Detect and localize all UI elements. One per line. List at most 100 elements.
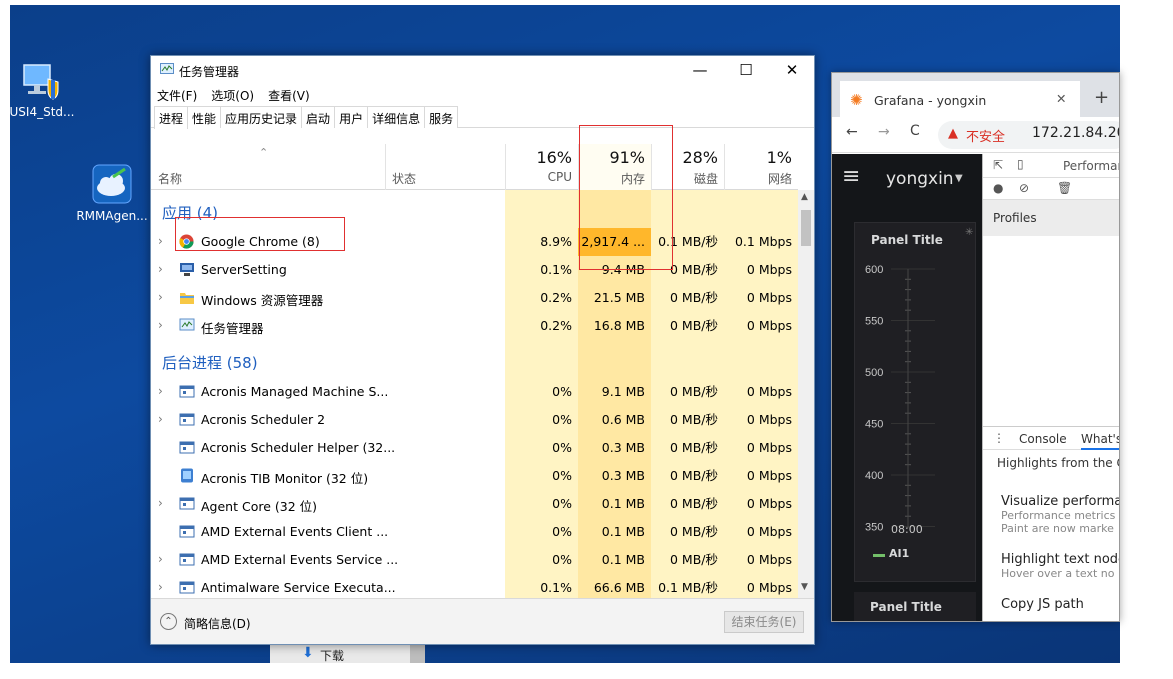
cell-disk: 0.1 MB/秒 bbox=[658, 580, 718, 595]
menu-file[interactable]: 文件(F) bbox=[157, 87, 197, 104]
scroll-down-icon[interactable]: ▼ bbox=[801, 582, 808, 592]
cell-cpu: 0% bbox=[552, 412, 572, 427]
menu-options[interactable]: 选项(O) bbox=[211, 87, 254, 104]
tab-services[interactable]: 服务 bbox=[424, 106, 459, 128]
cell-mem: 0.3 MB bbox=[601, 468, 645, 483]
trash-icon[interactable]: 🗑 bbox=[1057, 181, 1072, 195]
y-axis-tick: 550 bbox=[865, 316, 883, 328]
expand-chevron-icon[interactable]: › bbox=[158, 552, 163, 566]
cell-cpu: 0.2% bbox=[540, 290, 572, 305]
server-icon bbox=[179, 262, 195, 277]
table-row[interactable]: › Agent Core (32 位) 0% 0.1 MB 0 MB/秒 0 Mbps bbox=[151, 490, 798, 518]
table-row[interactable]: › Antimalware Service Executa... 0.1% 66.6 … bbox=[151, 574, 798, 598]
end-task-button[interactable]: 结束任务(E) bbox=[724, 611, 804, 633]
expand-chevron-icon[interactable]: › bbox=[158, 262, 163, 276]
table-row[interactable]: › Google Chrome (8) 8.9% 2,917.4 ... 0.1 MB/… bbox=[151, 228, 798, 256]
omnibox[interactable]: ▲ 不安全 172.21.84.204 bbox=[938, 121, 1119, 149]
column-disk[interactable]: 28% 磁盘 bbox=[651, 144, 724, 190]
reload-icon[interactable]: C bbox=[910, 123, 920, 139]
cell-cpu: 8.9% bbox=[540, 234, 572, 249]
drawer-tab-console[interactable]: Console bbox=[1019, 432, 1067, 446]
table-row[interactable]: Acronis TIB Monitor (32 位) 0% 0.3 MB 0 MB/秒… bbox=[151, 462, 798, 490]
vertical-scrollbar[interactable]: ▲ ▼ bbox=[798, 190, 814, 598]
browser-tab[interactable]: ✺ Grafana - yongxin ✕ bbox=[840, 81, 1080, 117]
org-switcher[interactable]: yongxin bbox=[886, 169, 954, 189]
devtools-tab-performance[interactable]: Performanc bbox=[1063, 159, 1119, 173]
profiles-label: Profiles bbox=[993, 211, 1037, 225]
fewer-details-link[interactable]: 简略信息(D) bbox=[184, 615, 251, 632]
clear-icon[interactable]: ⊘ bbox=[1019, 181, 1029, 195]
network-percent: 1% bbox=[766, 148, 792, 167]
column-cpu[interactable]: 16% CPU bbox=[505, 144, 578, 190]
tab-users[interactable]: 用户 bbox=[334, 106, 369, 128]
service-icon bbox=[179, 552, 195, 567]
panel-title-2[interactable]: Panel Title bbox=[870, 600, 942, 614]
tab-close-icon[interactable]: ✕ bbox=[1056, 91, 1066, 106]
table-row[interactable]: Acronis Scheduler Helper (32... 0% 0.3 MB 0… bbox=[151, 434, 798, 462]
desktop-icon-usi4[interactable]: USI4_Std... bbox=[10, 63, 78, 119]
expand-chevron-icon[interactable]: › bbox=[158, 290, 163, 304]
fewer-details-icon[interactable]: ⌃ bbox=[160, 613, 177, 630]
hamburger-icon[interactable]: ≡ bbox=[842, 164, 860, 189]
expand-chevron-icon[interactable]: › bbox=[158, 496, 163, 510]
kebab-icon[interactable]: ⋮ bbox=[993, 431, 1005, 445]
table-row[interactable]: › Acronis Managed Machine S... 0% 9.1 MB 0 M… bbox=[151, 378, 798, 406]
menu-view[interactable]: 查看(V) bbox=[268, 87, 310, 104]
new-tab-icon[interactable]: + bbox=[1094, 87, 1109, 108]
device-icon[interactable]: ▯ bbox=[1017, 157, 1024, 171]
cell-net: 0 Mbps bbox=[746, 262, 792, 277]
tab-startup[interactable]: 启动 bbox=[301, 106, 336, 128]
item-desc: Hover over a text no bbox=[1001, 567, 1115, 580]
forward-icon[interactable]: → bbox=[878, 124, 890, 140]
desktop-icon-rmmagent[interactable]: RMMAgen... bbox=[70, 163, 154, 223]
expand-chevron-icon[interactable]: › bbox=[158, 384, 163, 398]
cell-cpu: 0.1% bbox=[540, 580, 572, 595]
column-network[interactable]: 1% 网络 bbox=[724, 144, 798, 190]
expand-chevron-icon[interactable]: › bbox=[158, 580, 163, 594]
item-title: Visualize performar bbox=[1001, 494, 1120, 509]
expand-chevron-icon[interactable]: › bbox=[158, 412, 163, 426]
scroll-up-icon[interactable]: ▲ bbox=[801, 192, 808, 202]
tab-processes[interactable]: 进程 bbox=[154, 106, 189, 129]
inspect-icon[interactable]: ⇱ bbox=[993, 158, 1003, 172]
table-row[interactable]: › 任务管理器 0.2% 16.8 MB 0 MB/秒 0 Mbps bbox=[151, 312, 798, 340]
close-button[interactable]: ✕ bbox=[769, 58, 815, 82]
group-apps-heading[interactable]: 应用 (4) bbox=[162, 202, 218, 223]
cell-cpu: 0% bbox=[552, 496, 572, 511]
table-row[interactable]: › Windows 资源管理器 0.2% 21.5 MB 0 MB/秒 0 Mbps bbox=[151, 284, 798, 312]
record-icon[interactable]: ● bbox=[993, 181, 1003, 195]
cell-mem: 66.6 MB bbox=[593, 580, 645, 595]
maximize-button[interactable]: ☐ bbox=[723, 58, 769, 82]
title-bar[interactable]: 任务管理器 — ☐ ✕ bbox=[151, 56, 814, 84]
cell-disk: 0 MB/秒 bbox=[670, 524, 718, 539]
tab-details[interactable]: 详细信息 bbox=[367, 106, 426, 128]
cell-net: 0 Mbps bbox=[746, 524, 792, 539]
minimize-button[interactable]: — bbox=[677, 58, 723, 82]
whats-new-item[interactable]: Highlight text node Hover over a text no bbox=[1001, 552, 1119, 597]
whats-new-item[interactable]: Copy JS path bbox=[1001, 597, 1119, 612]
column-memory[interactable]: 91% 内存 bbox=[578, 144, 651, 190]
legend-label[interactable]: AI1 bbox=[889, 547, 909, 560]
memory-label: 内存 bbox=[620, 172, 645, 186]
cell-disk: 0 MB/秒 bbox=[670, 384, 718, 399]
table-row[interactable]: › AMD External Events Service ... 0% 0.1 MB… bbox=[151, 546, 798, 574]
table-row[interactable]: AMD External Events Client ... 0% 0.1 MB 0 … bbox=[151, 518, 798, 546]
expand-chevron-icon[interactable]: › bbox=[158, 318, 163, 332]
whats-new-item[interactable]: Visualize performar Performance metrics … bbox=[1001, 494, 1120, 552]
expand-chevron-icon[interactable]: › bbox=[158, 234, 163, 248]
back-icon[interactable]: ← bbox=[846, 124, 858, 140]
cell-mem: 0.1 MB bbox=[601, 552, 645, 567]
disk-percent: 28% bbox=[682, 148, 718, 167]
drawer-tab-whats-new[interactable]: What's bbox=[1081, 432, 1119, 450]
y-axis-tick: 600 bbox=[865, 264, 883, 276]
table-row[interactable]: › Acronis Scheduler 2 0% 0.6 MB 0 MB/秒 0 Mbps bbox=[151, 406, 798, 434]
table-row[interactable]: › ServerSetting 0.1% 9.4 MB 0 MB/秒 0 Mbps bbox=[151, 256, 798, 284]
group-background-heading[interactable]: 后台进程 (58) bbox=[162, 352, 258, 373]
tab-app-history[interactable]: 应用历史记录 bbox=[220, 106, 303, 128]
column-status[interactable]: 状态 bbox=[385, 144, 505, 190]
cpu-percent: 16% bbox=[536, 148, 572, 167]
column-name[interactable]: 名称 bbox=[158, 170, 182, 187]
tab-performance[interactable]: 性能 bbox=[187, 106, 222, 128]
cell-cpu: 0% bbox=[552, 552, 572, 567]
scroll-thumb[interactable] bbox=[801, 210, 811, 246]
